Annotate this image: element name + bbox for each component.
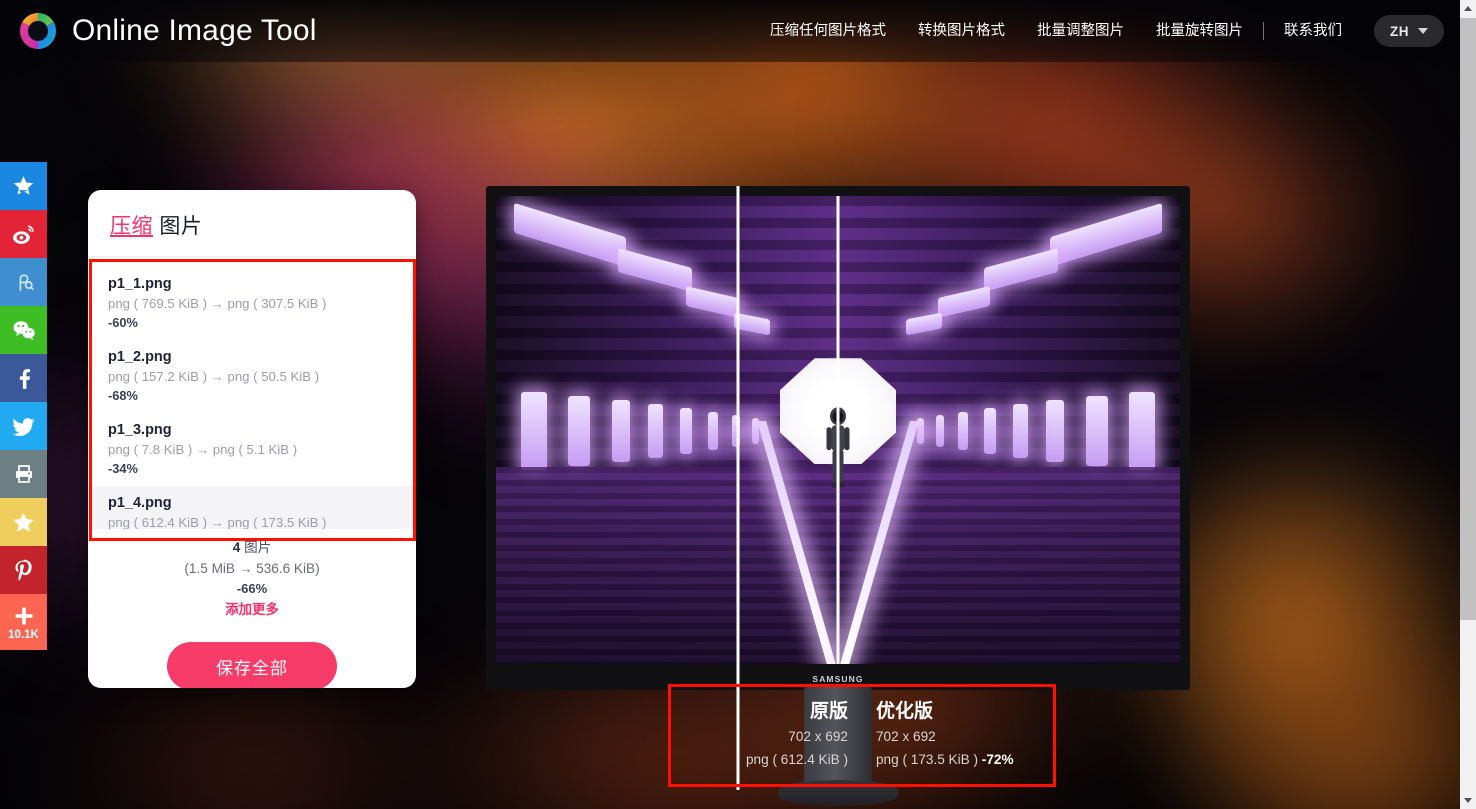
- share-wechat-button[interactable]: [0, 306, 47, 354]
- scroll-down-arrow-icon[interactable]: [1460, 792, 1476, 809]
- add-more-link[interactable]: 添加更多: [88, 599, 416, 620]
- file-savings-percent: -60%: [108, 315, 138, 330]
- language-selector[interactable]: ZH: [1374, 15, 1444, 47]
- panel-title: 压缩 图片: [88, 190, 416, 257]
- nav-item-compress[interactable]: 压缩任何图片格式: [754, 19, 902, 43]
- file-conversion-detail: png ( 769.5 KiB ) → png ( 307.5 KiB ): [108, 296, 327, 311]
- scroll-up-arrow-icon[interactable]: [1460, 0, 1476, 17]
- comparison-original: 原版 702 x 692 png ( 612.4 KiB ): [671, 687, 862, 784]
- file-conversion-detail: png ( 7.8 KiB ) → png ( 5.1 KiB ): [108, 442, 298, 457]
- original-title: 原版: [809, 701, 848, 722]
- optimized-size-value: png ( 173.5 KiB ): [876, 752, 979, 767]
- aperture-logo-icon: [18, 11, 58, 51]
- file-list-wrapper: p1_1.png png ( 769.5 KiB ) → png ( 307.5…: [88, 257, 416, 529]
- scrollbar-thumb[interactable]: [1460, 18, 1476, 620]
- share-twitter-button[interactable]: [0, 402, 47, 450]
- compression-summary: 4 图片 (1.5 MiB → 536.6 KiB) -66% 添加更多 保存全…: [88, 529, 416, 688]
- file-list-item-selected[interactable]: p1_4.png png ( 612.4 KiB ) → png ( 173.5…: [88, 486, 416, 529]
- chevron-down-icon: [1418, 28, 1428, 34]
- plus-icon: [12, 604, 36, 628]
- optimized-size: png ( 173.5 KiB ) -72%: [876, 748, 1039, 771]
- file-list[interactable]: p1_1.png png ( 769.5 KiB ) → png ( 307.5…: [88, 257, 416, 529]
- optimized-dimensions: 702 x 692: [876, 729, 936, 744]
- facebook-icon: [11, 366, 36, 391]
- monitor-brand-logo: SAMSUNG: [812, 674, 864, 684]
- share-baidu-button[interactable]: [0, 258, 47, 306]
- main-navigation: 压缩任何图片格式 转换图片格式 批量调整图片 批量旋转图片 联系我们 ZH: [754, 15, 1444, 47]
- file-conversion-detail: png ( 612.4 KiB ) → png ( 173.5 KiB ): [108, 515, 327, 529]
- file-list-item[interactable]: p1_1.png png ( 769.5 KiB ) → png ( 307.5…: [88, 267, 416, 340]
- print-button[interactable]: [0, 450, 47, 498]
- save-all-button[interactable]: 保存全部: [167, 642, 337, 688]
- file-savings-percent: -34%: [108, 461, 138, 476]
- page-scrollbar[interactable]: [1460, 0, 1476, 809]
- printer-icon: [12, 462, 36, 486]
- nav-divider: [1263, 22, 1264, 40]
- image-preview-area: SAMSUNG: [486, 186, 1190, 806]
- share-count-label: 10.1K: [8, 628, 39, 641]
- share-weibo-button[interactable]: [0, 210, 47, 258]
- comparison-info-bar: 原版 702 x 692 png ( 612.4 KiB ) 优化版 702 x…: [668, 684, 1056, 787]
- brand-name: Online Image Tool: [72, 14, 317, 47]
- original-size: png ( 612.4 KiB ): [745, 752, 848, 767]
- file-conversion-detail: png ( 157.2 KiB ) → png ( 50.5 KiB ): [108, 369, 320, 384]
- file-name: p1_4.png: [108, 495, 172, 511]
- summary-count-unit: 图片: [240, 540, 272, 555]
- pinterest-icon: [11, 558, 36, 583]
- summary-count: 4 图片: [88, 537, 416, 558]
- star-icon: [11, 510, 36, 535]
- panel-title-highlight: 压缩: [110, 215, 153, 238]
- summary-sizes: (1.5 MiB → 536.6 KiB): [184, 561, 320, 576]
- nav-item-resize[interactable]: 批量调整图片: [1021, 19, 1140, 43]
- monitor-screen[interactable]: [496, 196, 1180, 664]
- site-header: Online Image Tool 压缩任何图片格式 转换图片格式 批量调整图片…: [0, 0, 1460, 62]
- optimized-title: 优化版: [876, 701, 934, 722]
- file-name: p1_3.png: [108, 422, 172, 438]
- file-name: p1_1.png: [108, 276, 172, 292]
- comparison-optimized: 优化版 702 x 692 png ( 173.5 KiB ) -72%: [862, 687, 1053, 784]
- language-label: ZH: [1390, 23, 1409, 39]
- nav-item-convert[interactable]: 转换图片格式: [902, 19, 1021, 43]
- brand-logo-link[interactable]: Online Image Tool: [18, 11, 317, 51]
- weibo-icon: [11, 222, 36, 247]
- summary-percent: -66%: [236, 581, 268, 596]
- baidu-icon: [11, 270, 36, 295]
- panel-title-rest: 图片: [153, 215, 203, 238]
- wechat-icon: [11, 317, 37, 343]
- original-dimensions: 702 x 692: [788, 729, 848, 744]
- nav-item-contact[interactable]: 联系我们: [1268, 19, 1358, 43]
- comparison-split-handle[interactable]: [836, 196, 840, 664]
- file-name: p1_2.png: [108, 349, 172, 365]
- share-facebook-button[interactable]: [0, 354, 47, 402]
- share-pinterest-button[interactable]: [0, 546, 47, 594]
- file-savings-percent: -68%: [108, 388, 138, 403]
- file-list-item[interactable]: p1_2.png png ( 157.2 KiB ) → png ( 50.5 …: [88, 340, 416, 413]
- page-root: Online Image Tool 压缩任何图片格式 转换图片格式 批量调整图片…: [0, 0, 1476, 809]
- nav-item-rotate[interactable]: 批量旋转图片: [1140, 19, 1259, 43]
- social-share-sidebar: 10.1K: [0, 162, 47, 650]
- share-more-button[interactable]: 10.1K: [0, 594, 47, 650]
- monitor-frame: SAMSUNG: [486, 186, 1190, 690]
- file-list-item[interactable]: p1_3.png png ( 7.8 KiB ) → png ( 5.1 KiB…: [88, 413, 416, 486]
- twitter-icon: [11, 414, 36, 439]
- favorite-button[interactable]: [0, 498, 47, 546]
- optimized-savings-percent: -72%: [981, 752, 1014, 767]
- share-qzone-button[interactable]: [0, 162, 47, 210]
- compress-panel: 压缩 图片 p1_1.png png ( 769.5 KiB ) → png (…: [88, 190, 416, 688]
- qzone-icon: [11, 174, 36, 199]
